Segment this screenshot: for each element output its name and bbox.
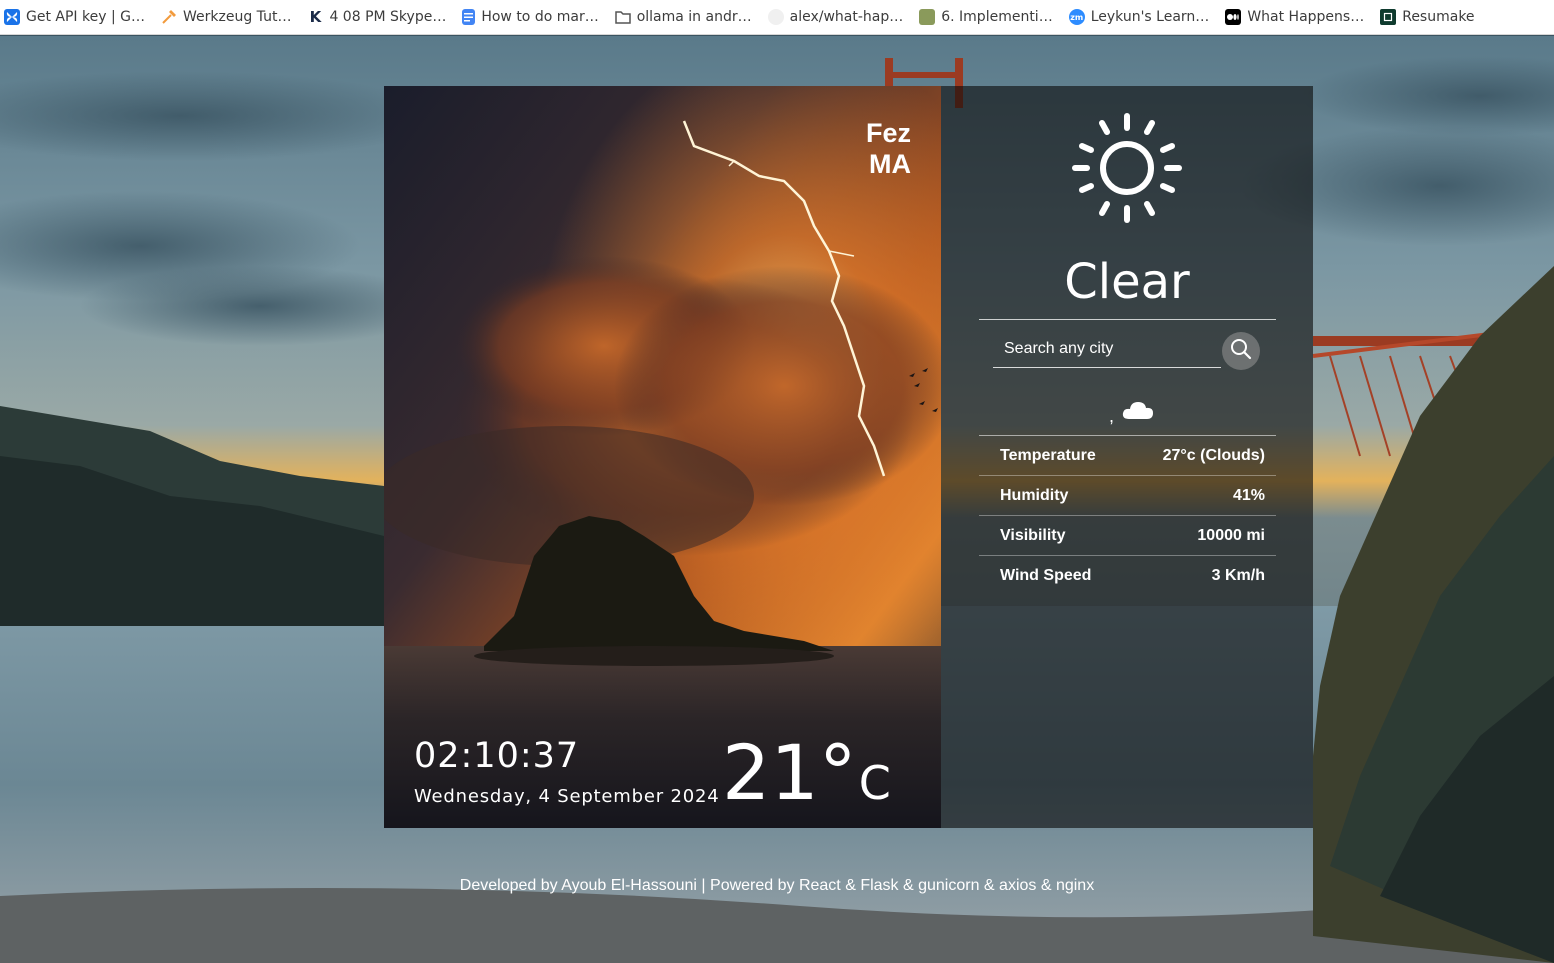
hammer-icon [161,9,177,25]
butterfly-icon [4,9,20,25]
google-docs-icon [462,9,476,25]
degree-symbol: ° [818,728,857,817]
bookmark-item[interactable]: Resumake [1380,3,1484,31]
bookmark-item[interactable]: 6. Implementi… [919,3,1062,31]
result-location: , [1109,406,1115,426]
bookmark-label: Get API key | G… [26,9,145,25]
bookmark-label: What Happens… [1247,9,1365,25]
detail-label: Wind Speed [1000,566,1092,584]
bookmark-label: 4 08 PM Skype… [329,9,447,25]
bookmark-item[interactable]: zm Leykun's Learn… [1068,3,1220,31]
bookmark-item[interactable]: How to do mar… [462,3,608,31]
course-icon [919,9,936,25]
weather-details-list: Temperature 27°c (Clouds) Humidity 41% V… [979,435,1276,595]
detail-row-temperature: Temperature 27°c (Clouds) [979,435,1276,475]
bookmark-item[interactable]: Werkzeug Tut… [161,3,301,31]
bookmark-label: Leykun's Learn… [1090,9,1210,25]
bookmark-label: How to do mar… [481,9,599,25]
detail-row-humidity: Humidity 41% [979,475,1276,515]
sun-icon [1069,110,1185,231]
bookmark-label: alex/what-hap… [789,9,904,25]
weather-condition: Clear [1064,254,1190,310]
temperature-value: 21 [722,728,819,817]
clock-time: 02:10:37 [414,736,580,776]
detail-row-wind-speed: Wind Speed 3 Km/h [979,555,1276,595]
detail-value: 3 Km/h [1211,566,1265,584]
current-temperature: 21°C [722,728,891,817]
bookmark-item[interactable]: alex/what-hap… [767,3,914,31]
detail-value: 41% [1232,486,1265,504]
current-date: Wednesday, 4 September 2024 [414,786,720,807]
bookmark-item[interactable]: K 4 08 PM Skype… [307,3,456,31]
search-button[interactable] [1222,332,1260,370]
search-icon [1230,338,1252,365]
city-name: Fez [865,118,911,148]
bookmark-label: ollama in andr… [636,9,752,25]
divider [979,319,1276,320]
city-search-input[interactable] [993,331,1221,368]
detail-label: Temperature [1000,446,1096,464]
detail-label: Visibility [1000,526,1066,544]
bookmarks-bar: Get API key | G… Werkzeug Tut… K 4 08 PM… [0,0,1554,35]
weather-details-panel: Clear , Temperature 27°c (Clouds) Humidi… [941,86,1313,828]
detail-value: 27°c (Clouds) [1162,446,1265,464]
temperature-unit: C [858,756,891,810]
resumake-icon [1380,9,1397,25]
location-label: Fez MA [866,118,911,180]
footer-credits: Developed by Ayoub El-Hassouni | Powered… [459,877,1095,894]
search-result: , [1109,396,1156,426]
cloud-icon [1120,397,1156,426]
medium-icon [1225,9,1242,25]
folder-icon [614,9,631,25]
github-icon [767,9,784,25]
bookmark-item[interactable]: ollama in andr… [614,3,762,31]
kaggle-k-icon: K [309,8,322,26]
detail-value: 10000 mi [1197,526,1265,544]
storm-background-image [384,86,941,828]
detail-label: Humidity [1000,486,1069,504]
detail-row-visibility: Visibility 10000 mi [979,515,1276,555]
bookmark-label: Werkzeug Tut… [182,9,292,25]
bookmark-label: 6. Implementi… [941,9,1053,25]
bookmark-item[interactable]: What Happens… [1225,3,1374,31]
zoom-icon: zm [1068,9,1085,25]
weather-hero-card: Fez MA 02:10:37 Wednesday, 4 September 2… [384,86,941,828]
country-code: MA [869,149,911,179]
bookmark-label: Resumake [1402,9,1475,25]
bookmark-item[interactable]: Get API key | G… [4,3,155,31]
